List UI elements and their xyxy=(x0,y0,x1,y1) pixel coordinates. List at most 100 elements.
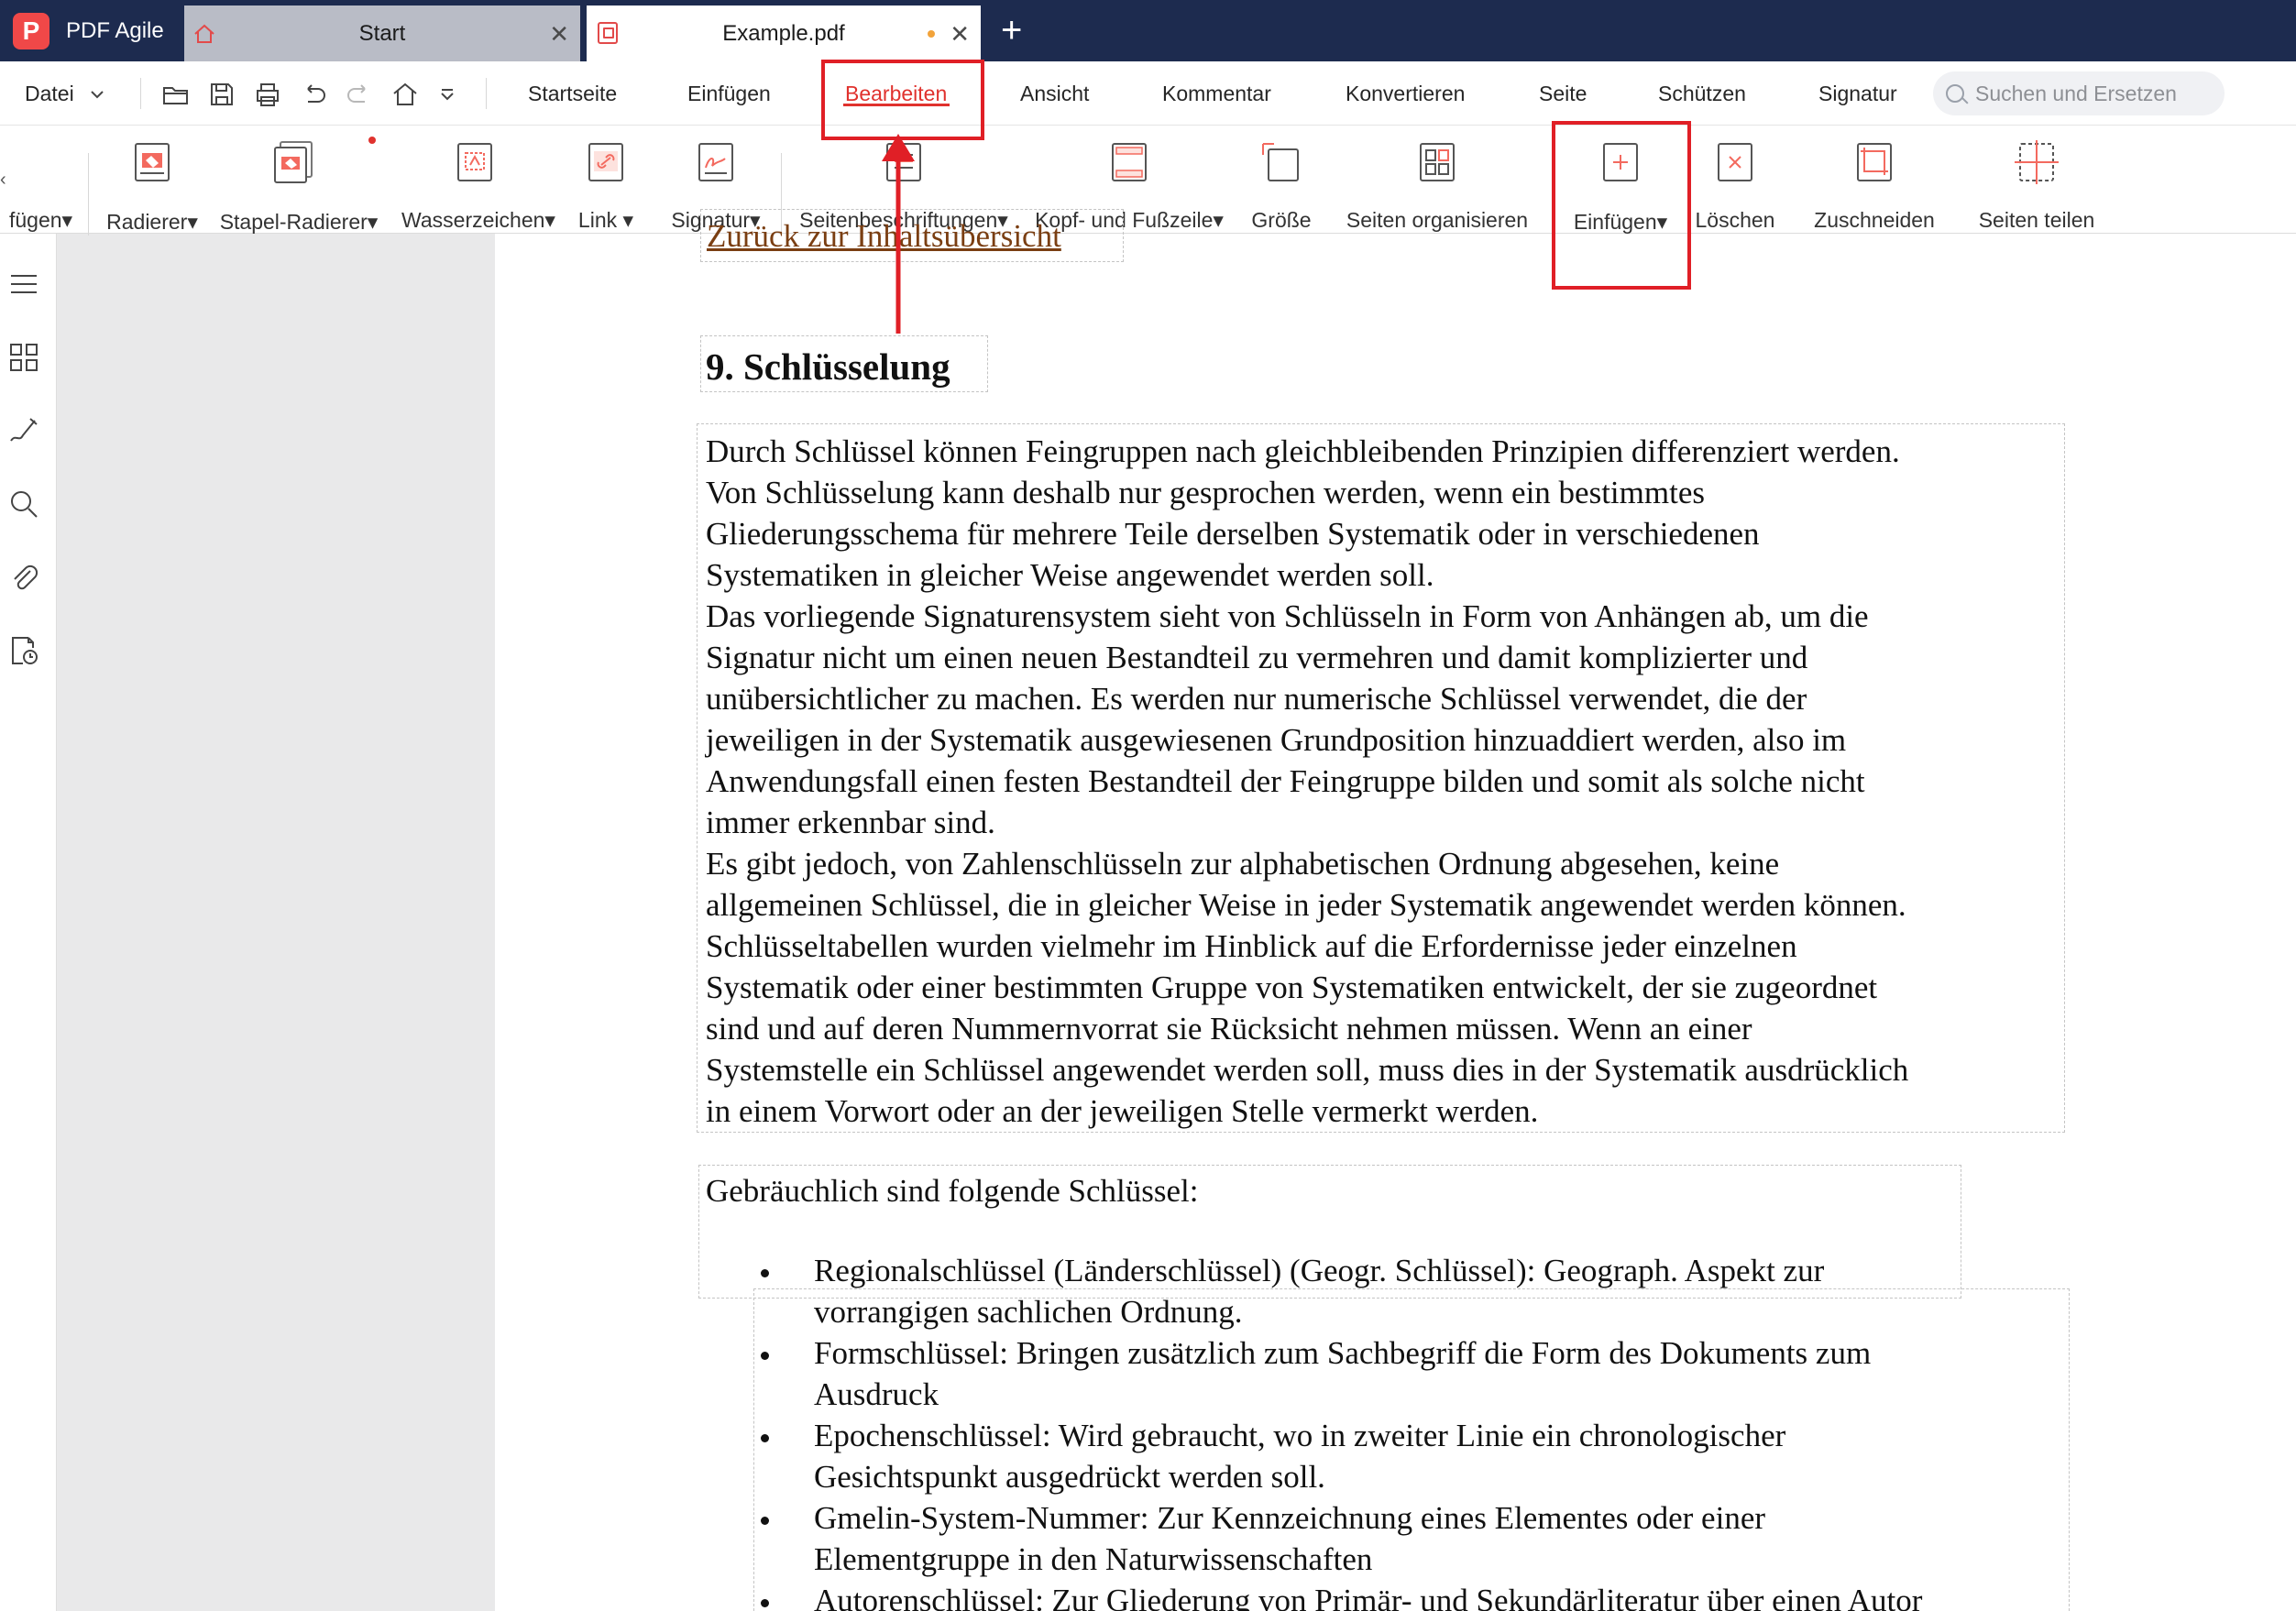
chevron-down-icon[interactable] xyxy=(88,85,106,104)
thumbnails-icon[interactable] xyxy=(8,342,39,373)
ribbon-label: Seiten organisieren xyxy=(1346,208,1529,232)
ribbon-batch-eraser[interactable]: Stapel-Radierer▾ xyxy=(216,137,381,234)
tab-example-pdf[interactable]: Example.pdf ✕ xyxy=(587,5,981,61)
close-tab-doc-icon[interactable]: ✕ xyxy=(950,20,970,49)
split-pages-icon xyxy=(2015,140,2059,184)
ribbon-label: Zuschneiden xyxy=(1814,208,1935,232)
search-icon[interactable] xyxy=(8,488,39,520)
list-item-line: Gesichtspunkt ausgedrückt werden soll. xyxy=(814,1459,1325,1495)
signature-icon xyxy=(698,143,733,181)
redo-icon[interactable] xyxy=(345,80,374,109)
ribbon-label: Link ▾ xyxy=(577,208,634,232)
para-line: Anwendungsfall einen festen Bestandteil … xyxy=(706,763,1865,799)
toc-link[interactable]: Zurück zur Inhaltsübersicht xyxy=(707,218,1061,255)
undo-icon[interactable] xyxy=(299,80,328,109)
para-line: jeweiligen in der Systematik ausgewiesen… xyxy=(706,722,1847,758)
ribbon-scroll-left-icon[interactable]: ‹ xyxy=(0,170,6,191)
tab-start-label: Start xyxy=(358,21,406,46)
save-icon[interactable] xyxy=(207,80,236,109)
para-line: Gliederungsschema für mehrere Teile ders… xyxy=(706,516,1760,552)
list-item-line: Regionalschlüssel (Länderschlüssel) (Geo… xyxy=(814,1253,1825,1288)
list-item-line: Formschlüssel: Bringen zusätzlich zum Sa… xyxy=(814,1335,1872,1371)
header-footer-icon xyxy=(1112,143,1147,181)
watermark-icon xyxy=(457,143,492,181)
signature-tool-icon[interactable] xyxy=(8,415,39,446)
list-item-line: vorrangigen sachlichen Ordnung. xyxy=(814,1294,1243,1330)
home-page-icon[interactable] xyxy=(390,80,420,109)
menu-ansicht[interactable]: Ansicht xyxy=(1020,82,1089,106)
menu-signatur[interactable]: Signatur xyxy=(1818,82,1897,106)
search-input[interactable] xyxy=(1975,79,2214,108)
para-line: Das vorliegende Signaturensystem sieht v… xyxy=(706,598,1869,634)
size-icon xyxy=(1262,143,1299,181)
app-name: PDF Agile xyxy=(66,18,164,43)
ribbon-watermark[interactable]: Wasserzeichen▾ xyxy=(394,137,563,232)
menu-seite[interactable]: Seite xyxy=(1539,82,1587,106)
ribbon-delete-page[interactable]: Löschen xyxy=(1686,137,1784,232)
ribbon-split-pages[interactable]: Seiten teilen xyxy=(1963,137,2110,232)
divider xyxy=(140,78,141,109)
highlight-einfuegen-box xyxy=(1552,121,1691,290)
menu-schuetzen[interactable]: Schützen xyxy=(1658,82,1746,106)
new-tab-button[interactable]: + xyxy=(1001,9,1022,51)
key-list: Regionalschlüssel (Länderschlüssel) (Geo… xyxy=(757,1250,1922,1611)
page-history-icon[interactable] xyxy=(8,635,39,666)
para-line: Von Schlüsselung kann deshalb nur gespro… xyxy=(706,475,1705,510)
list-item-line: Ausdruck xyxy=(814,1376,939,1412)
para-line: Durch Schlüssel können Feingruppen nach … xyxy=(706,433,1900,469)
ribbon-toolbar: ‹ fügen▾ Radierer▾ Stapel-Radierer▾ Wass… xyxy=(0,126,2296,236)
customize-toolbar-icon[interactable] xyxy=(438,85,456,104)
menu-startseite[interactable]: Startseite xyxy=(528,82,617,106)
ribbon-organize-pages[interactable]: Seiten organisieren xyxy=(1338,137,1536,232)
para-line: Signatur nicht um einen neuen Bestandtei… xyxy=(706,640,1808,675)
tab-example-pdf-label: Example.pdf xyxy=(722,21,845,46)
para-line: sind und auf deren Nummernvorrat sie Rüc… xyxy=(706,1011,1752,1047)
list-intro: Gebräuchlich sind folgende Schlüssel: xyxy=(706,1173,1199,1209)
list-item-line: Epochenschlüssel: Wird gebraucht, wo in … xyxy=(814,1418,1786,1453)
delete-page-icon xyxy=(1718,143,1752,181)
ribbon-size[interactable]: Größe xyxy=(1243,137,1320,232)
list-item: Epochenschlüssel: Wird gebraucht, wo in … xyxy=(757,1415,1922,1497)
datei-menu[interactable]: Datei xyxy=(25,82,74,106)
title-bar: P PDF Agile Start ✕ Example.pdf ✕ + xyxy=(0,0,2296,61)
ribbon-label: Radierer▾ xyxy=(106,210,198,234)
list-item: Gmelin-System-Nummer: Zur Kennzeichnung … xyxy=(757,1497,1922,1580)
outline-icon[interactable] xyxy=(8,268,39,300)
search-replace-box[interactable] xyxy=(1933,71,2225,115)
menu-kommentar[interactable]: Kommentar xyxy=(1162,82,1271,106)
menu-bar: Datei Startseite Einfügen Bearbeiten Ans… xyxy=(0,61,2296,126)
ribbon-label: Stapel-Radierer▾ xyxy=(219,210,379,234)
crop-icon xyxy=(1857,143,1892,181)
ribbon-label: fügen▾ xyxy=(9,208,73,232)
para-line: Es gibt jedoch, von Zahlenschlüsseln zur… xyxy=(706,846,1780,882)
search-icon xyxy=(1946,84,1964,103)
close-tab-start-icon[interactable]: ✕ xyxy=(549,20,569,49)
section-heading: 9. Schlüsselung xyxy=(706,345,950,388)
print-icon[interactable] xyxy=(253,80,282,109)
list-item: Formschlüssel: Bringen zusätzlich zum Sa… xyxy=(757,1332,1922,1415)
batch-eraser-icon xyxy=(274,141,313,183)
left-sidebar xyxy=(0,234,57,1611)
open-folder-icon[interactable] xyxy=(161,80,191,109)
page-labels-icon xyxy=(886,143,921,181)
list-item: Autorenschlüssel: Zur Gliederung von Pri… xyxy=(757,1580,1922,1611)
divider xyxy=(486,78,487,109)
para-line: allgemeinen Schlüssel, die in gleicher W… xyxy=(706,887,1906,923)
ribbon-eraser[interactable]: Radierer▾ xyxy=(99,137,205,234)
ribbon-crop[interactable]: Zuschneiden xyxy=(1804,137,1945,232)
link-icon xyxy=(588,143,623,181)
para-line: Systematiken in gleicher Weise angewende… xyxy=(706,557,1434,593)
ribbon-insert[interactable]: fügen▾ xyxy=(9,137,88,232)
menu-einfuegen[interactable]: Einfügen xyxy=(687,82,771,106)
para-line: immer erkennbar sind. xyxy=(706,805,995,840)
menu-konvertieren[interactable]: Konvertieren xyxy=(1346,82,1465,106)
para-line: in einem Vorwort oder an der jeweiligen … xyxy=(706,1093,1539,1129)
pdf-agile-window: P PDF Agile Start ✕ Example.pdf ✕ + Date… xyxy=(0,0,2296,1611)
attachment-icon[interactable] xyxy=(8,562,39,593)
app-logo: P xyxy=(13,13,49,49)
tab-start[interactable]: Start ✕ xyxy=(184,5,580,61)
list-item-line: Elementgruppe in den Naturwissenschaften xyxy=(814,1541,1373,1577)
para-line: Systematik oder einer bestimmten Gruppe … xyxy=(706,970,1878,1005)
ribbon-link[interactable]: Link ▾ xyxy=(568,137,643,232)
ribbon-label: Löschen xyxy=(1695,208,1775,232)
